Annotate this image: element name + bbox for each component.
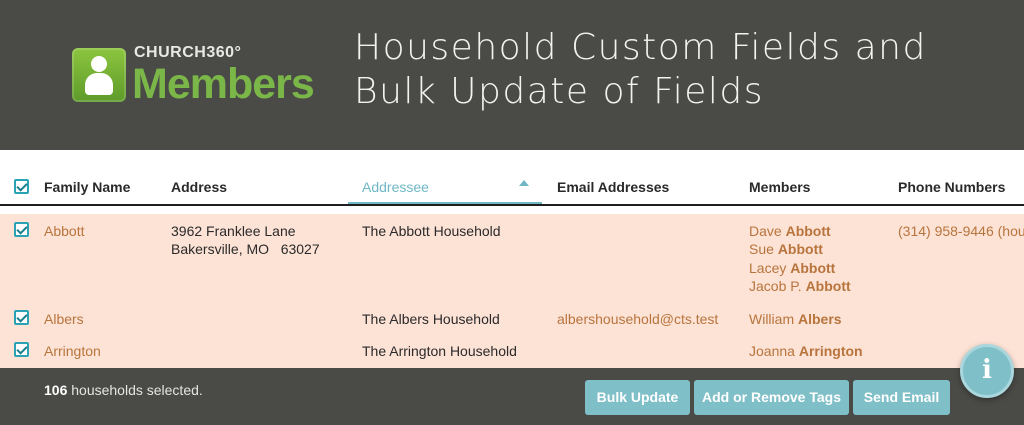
member-link[interactable]: Lacey Abbott <box>749 259 835 278</box>
bulk-update-button[interactable]: Bulk Update <box>585 380 690 415</box>
add-remove-tags-button[interactable]: Add or Remove Tags <box>694 380 849 415</box>
family-name-link[interactable]: Albers <box>44 310 84 329</box>
member-last-name: Abbott <box>790 260 836 276</box>
table-row[interactable]: Abbott 3962 Franklee Lane Bakersville, M… <box>0 214 1024 302</box>
addressee-cell: The Abbott Household <box>362 223 501 239</box>
member-last-name: Arrington <box>798 343 863 359</box>
member-link[interactable]: Jacob P. Abbott <box>749 277 851 296</box>
member-link[interactable]: William Albers <box>749 310 842 329</box>
family-name-link[interactable]: Arrington <box>44 342 101 361</box>
column-email-addresses[interactable]: Email Addresses <box>557 179 669 195</box>
member-first-name: Sue <box>749 241 774 257</box>
column-address[interactable]: Address <box>171 179 227 195</box>
church360-members-logo: CHURCH360° Members <box>72 44 317 108</box>
member-last-name: Abbott <box>805 278 851 294</box>
title-line-2: Bulk Update of Fields <box>354 71 764 112</box>
member-link[interactable]: Dave Abbott <box>749 222 831 241</box>
address-line-1: 3962 Franklee Lane <box>171 223 296 239</box>
member-first-name: Joanna <box>749 343 795 359</box>
member-first-name: William <box>749 311 795 327</box>
row-checkbox[interactable] <box>14 222 29 237</box>
selected-suffix: households selected. <box>67 382 203 398</box>
column-members[interactable]: Members <box>749 179 810 195</box>
person-icon <box>72 48 126 102</box>
info-icon[interactable]: i <box>960 344 1014 398</box>
table-row[interactable]: Arrington The Arrington Household Joanna… <box>0 334 1024 368</box>
table-header: Family Name Address Addressee Email Addr… <box>0 150 1024 206</box>
send-email-button[interactable]: Send Email <box>853 380 950 415</box>
addressee-cell: The Arrington Household <box>362 343 517 359</box>
header-banner: CHURCH360° Members Household Custom Fiel… <box>0 0 1024 150</box>
page-title: Household Custom Fields and Bulk Update … <box>354 26 1014 114</box>
member-first-name: Jacob P. <box>749 278 802 294</box>
column-addressee[interactable]: Addressee <box>362 179 429 195</box>
member-last-name: Albers <box>798 311 842 327</box>
email-link[interactable]: albershousehold@cts.test <box>557 310 718 329</box>
selection-action-bar: 106 households selected. Bulk Update Add… <box>0 368 1024 425</box>
member-first-name: Dave <box>749 223 782 239</box>
header-divider <box>0 204 1024 206</box>
member-last-name: Abbott <box>785 223 831 239</box>
logo-product-text: Members <box>132 60 315 108</box>
sort-ascending-icon[interactable] <box>519 180 529 186</box>
phone-link[interactable]: (314) 958-9446 (hou <box>898 222 1024 241</box>
row-checkbox[interactable] <box>14 342 29 357</box>
member-last-name: Abbott <box>777 241 823 257</box>
member-link[interactable]: Joanna Arrington <box>749 342 863 361</box>
info-glyph: i <box>982 355 992 385</box>
column-phone-numbers[interactable]: Phone Numbers <box>898 179 1005 195</box>
address-line-2: Bakersville, MO 63027 <box>171 241 320 257</box>
row-checkbox[interactable] <box>14 310 29 325</box>
select-all-checkbox[interactable] <box>14 179 29 194</box>
member-first-name: Lacey <box>749 260 787 276</box>
title-line-1: Household Custom Fields and <box>354 27 927 68</box>
member-link[interactable]: Sue Abbott <box>749 240 823 259</box>
selection-count-text: 106 households selected. <box>44 382 203 398</box>
table-row[interactable]: Albers The Albers Household albershouseh… <box>0 302 1024 334</box>
addressee-cell: The Albers Household <box>362 311 500 327</box>
households-table: Family Name Address Addressee Email Addr… <box>0 150 1024 368</box>
column-family-name[interactable]: Family Name <box>44 179 130 195</box>
family-name-link[interactable]: Abbott <box>44 222 84 241</box>
selected-count: 106 <box>44 382 68 398</box>
